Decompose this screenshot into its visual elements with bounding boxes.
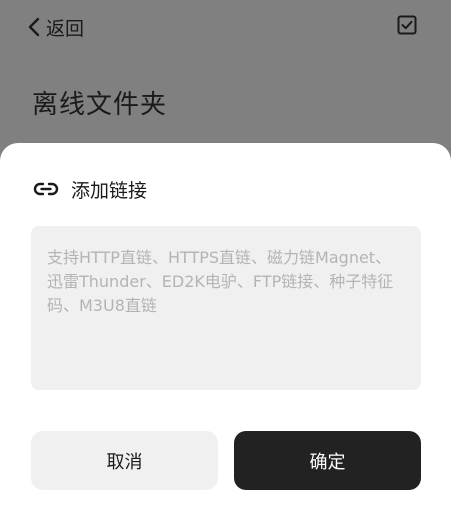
add-link-sheet: 添加链接 取消 确定 [0, 143, 451, 521]
confirm-button[interactable]: 确定 [234, 431, 421, 490]
page-title: 离线文件夹 [32, 90, 168, 120]
sheet-header: 添加链接 [33, 176, 147, 202]
cancel-button[interactable]: 取消 [31, 431, 218, 490]
link-icon [33, 182, 59, 196]
link-input[interactable] [31, 226, 421, 390]
chevron-left-icon [28, 17, 40, 37]
back-button[interactable]: 返回 [26, 12, 84, 42]
back-label: 返回 [46, 17, 85, 40]
sheet-title: 添加链接 [71, 179, 148, 202]
checkbox-icon[interactable] [397, 15, 417, 35]
